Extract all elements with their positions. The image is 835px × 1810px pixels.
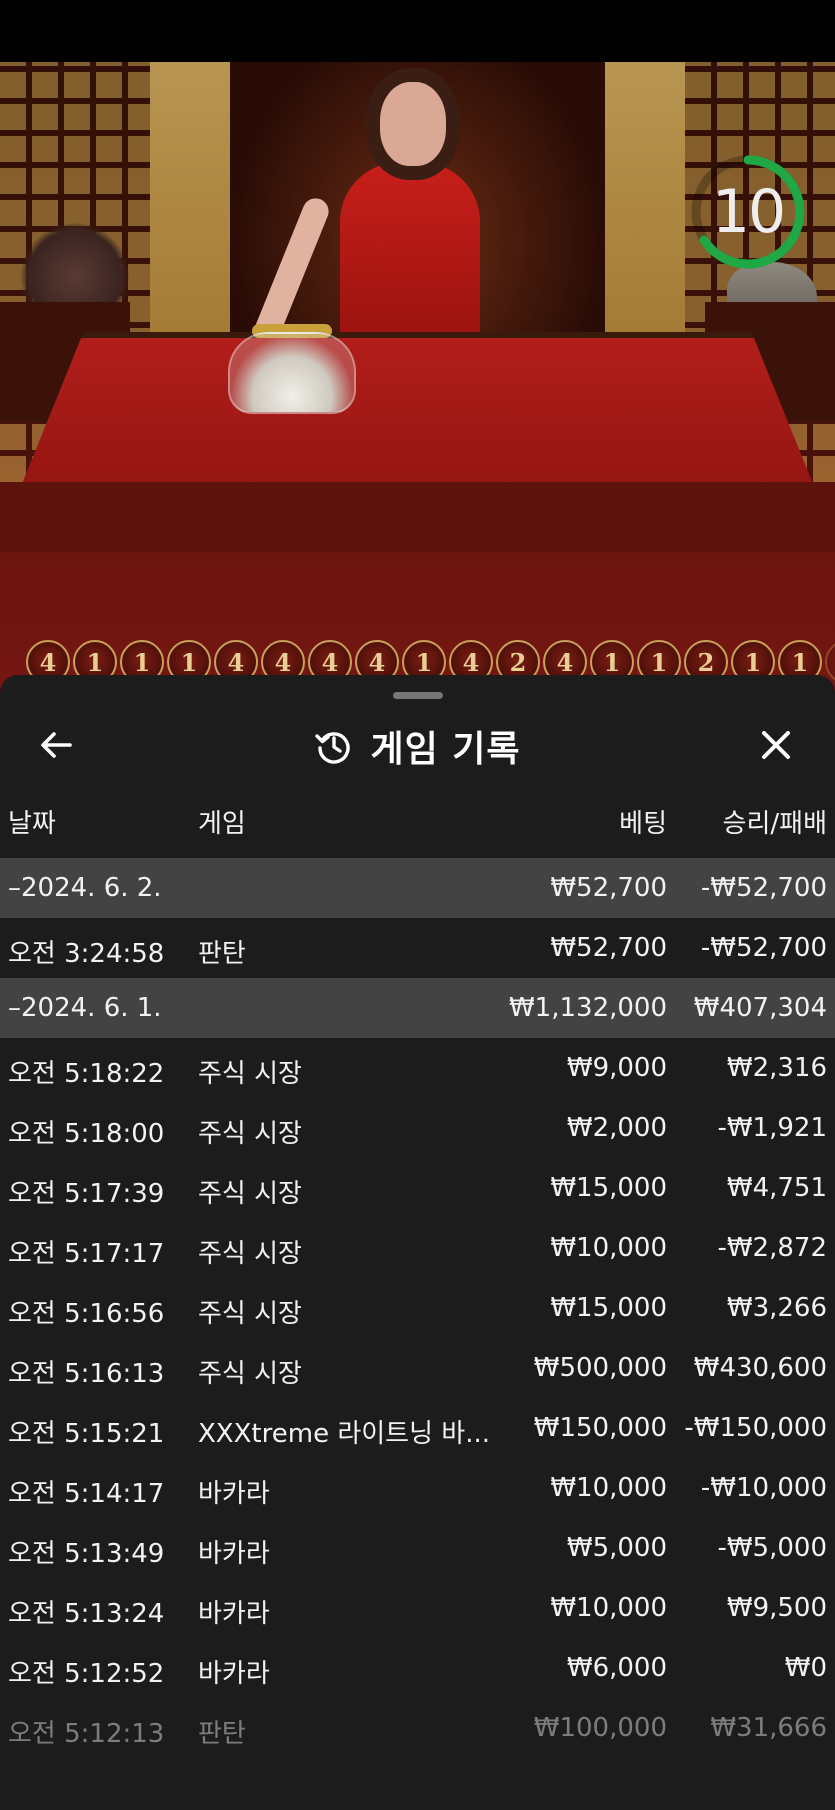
cell-game: 바카라 [198,1539,270,1569]
cell-win-loss: ₩31,666 [710,1713,827,1743]
cell-date: 오전 5:17:17 [8,1239,165,1269]
column-bet: 베팅 [619,809,667,839]
cell-date: 오전 5:15:21 [8,1419,165,1449]
history-row[interactable]: 오전 5:15:21 XXXtreme 라이트닝 바... ₩150,000 -₩15… [0,1398,835,1458]
cell-win-loss: -₩10,000 [700,1473,827,1503]
cell-game: 판탄 [198,1719,246,1749]
history-row[interactable]: 오전 5:18:22 주식 시장 ₩9,000 ₩2,316 [0,1038,835,1098]
column-game: 게임 [198,809,246,839]
cell-date: 오전 5:18:22 [8,1059,165,1089]
history-row[interactable]: 오전 5:18:00 주식 시장 ₩2,000 -₩1,921 [0,1098,835,1158]
sheet-title-group: 게임 기록 [0,725,835,770]
cell-game: 주식 시장 [198,1299,302,1329]
table-header: 날짜 게임 베팅 승리/패배 [0,803,835,843]
cell-date: 오전 5:13:49 [8,1539,165,1569]
history-row[interactable]: 오전 5:12:13 판탄 ₩100,000 ₩31,666 [0,1698,835,1758]
cell-bet: ₩100,000 [533,1713,667,1743]
cell-win-loss: ₩407,304 [693,993,827,1023]
history-row[interactable]: 오전 5:17:17 주식 시장 ₩10,000 -₩2,872 [0,1218,835,1278]
live-video: 10 411144441424112114 [0,62,835,782]
cell-win-loss: -₩52,700 [700,873,827,903]
history-row[interactable]: 오전 5:16:13 주식 시장 ₩500,000 ₩430,600 [0,1338,835,1398]
history-row[interactable]: 오전 5:14:17 바카라 ₩10,000 -₩10,000 [0,1458,835,1518]
bead-shaker [228,332,356,414]
column-win-loss: 승리/패배 [722,809,827,839]
cell-bet: ₩10,000 [550,1233,667,1263]
cell-win-loss: -₩52,700 [700,933,827,963]
cell-game: 주식 시장 [198,1119,302,1149]
cell-bet: ₩52,700 [550,873,667,903]
sheet-title: 게임 기록 [370,729,521,770]
cell-bet: ₩5,000 [566,1533,667,1563]
cell-bet: ₩9,000 [566,1053,667,1083]
cell-bet: ₩15,000 [550,1173,667,1203]
cell-date: 오전 5:14:17 [8,1479,165,1509]
history-row[interactable]: 오전 3:24:58 판탄 ₩52,700 -₩52,700 [0,918,835,978]
history-table: –2024. 6. 2. ₩52,700 -₩52,700 오전 3:24:58 판탄 ₩… [0,858,835,1758]
cell-bet: ₩500,000 [533,1353,667,1383]
cell-win-loss: ₩430,600 [693,1353,827,1383]
cell-game: 주식 시장 [198,1179,302,1209]
cell-date: 오전 5:12:52 [8,1659,165,1689]
cell-date: 오전 3:24:58 [8,939,165,969]
bottom-fade [0,1750,835,1810]
cell-bet: ₩2,000 [566,1113,667,1143]
history-row[interactable]: 오전 5:12:52 바카라 ₩6,000 ₩0 [0,1638,835,1698]
cell-win-loss: ₩3,266 [726,1293,827,1323]
history-row[interactable]: 오전 5:17:39 주식 시장 ₩15,000 ₩4,751 [0,1158,835,1218]
sheet-header: 게임 기록 [0,705,835,785]
cell-win-loss: -₩150,000 [684,1413,827,1443]
table-edge [0,482,835,552]
cell-game: 판탄 [198,939,246,969]
cell-bet: ₩1,132,000 [508,993,667,1023]
dealer-head [380,82,446,166]
cell-bet: ₩10,000 [550,1473,667,1503]
cell-bet: ₩6,000 [566,1653,667,1683]
cell-win-loss: -₩2,872 [717,1233,827,1263]
cell-game: 바카라 [198,1659,270,1689]
cell-date: 오전 5:16:13 [8,1359,165,1389]
cell-win-loss: -₩1,921 [717,1113,827,1143]
timer-value: 10 [711,177,786,247]
day-summary-row[interactable]: –2024. 6. 2. ₩52,700 -₩52,700 [0,858,835,918]
cell-bet: ₩52,700 [550,933,667,963]
drag-handle[interactable] [393,692,443,699]
cell-game: 주식 시장 [198,1059,302,1089]
cell-date: 오전 5:17:39 [8,1179,165,1209]
cell-game: 주식 시장 [198,1359,302,1389]
game-history-sheet: 게임 기록 날짜 게임 베팅 승리/패배 –2024. 6. 2. ₩52,700… [0,675,835,1810]
cell-date: 오전 5:18:00 [8,1119,165,1149]
cell-game: 바카라 [198,1599,270,1629]
cell-game: 바카라 [198,1479,270,1509]
cell-date: 오전 5:12:13 [8,1719,165,1749]
column-date: 날짜 [8,809,56,839]
history-row[interactable]: 오전 5:13:49 바카라 ₩5,000 -₩5,000 [0,1518,835,1578]
close-icon [762,731,790,759]
cell-date: –2024. 6. 1. [8,993,162,1023]
cell-date: 오전 5:16:56 [8,1299,165,1329]
cell-game: XXXtreme 라이트닝 바... [198,1419,490,1449]
cell-date: –2024. 6. 2. [8,873,162,903]
countdown-timer: 10 [690,154,806,270]
cell-date: 오전 5:13:24 [8,1599,165,1629]
cell-win-loss: -₩5,000 [717,1533,827,1563]
history-row[interactable]: 오전 5:16:56 주식 시장 ₩15,000 ₩3,266 [0,1278,835,1338]
cell-win-loss: ₩2,316 [726,1053,827,1083]
close-button[interactable] [756,725,796,765]
cell-win-loss: ₩0 [784,1653,827,1683]
cell-bet: ₩150,000 [533,1413,667,1443]
cell-win-loss: ₩4,751 [726,1173,827,1203]
history-clock-icon [315,732,351,764]
cell-bet: ₩15,000 [550,1293,667,1323]
cell-game: 주식 시장 [198,1239,302,1269]
day-summary-row[interactable]: –2024. 6. 1. ₩1,132,000 ₩407,304 [0,978,835,1038]
cell-bet: ₩10,000 [550,1593,667,1623]
cell-win-loss: ₩9,500 [726,1593,827,1623]
history-row[interactable]: 오전 5:13:24 바카라 ₩10,000 ₩9,500 [0,1578,835,1638]
